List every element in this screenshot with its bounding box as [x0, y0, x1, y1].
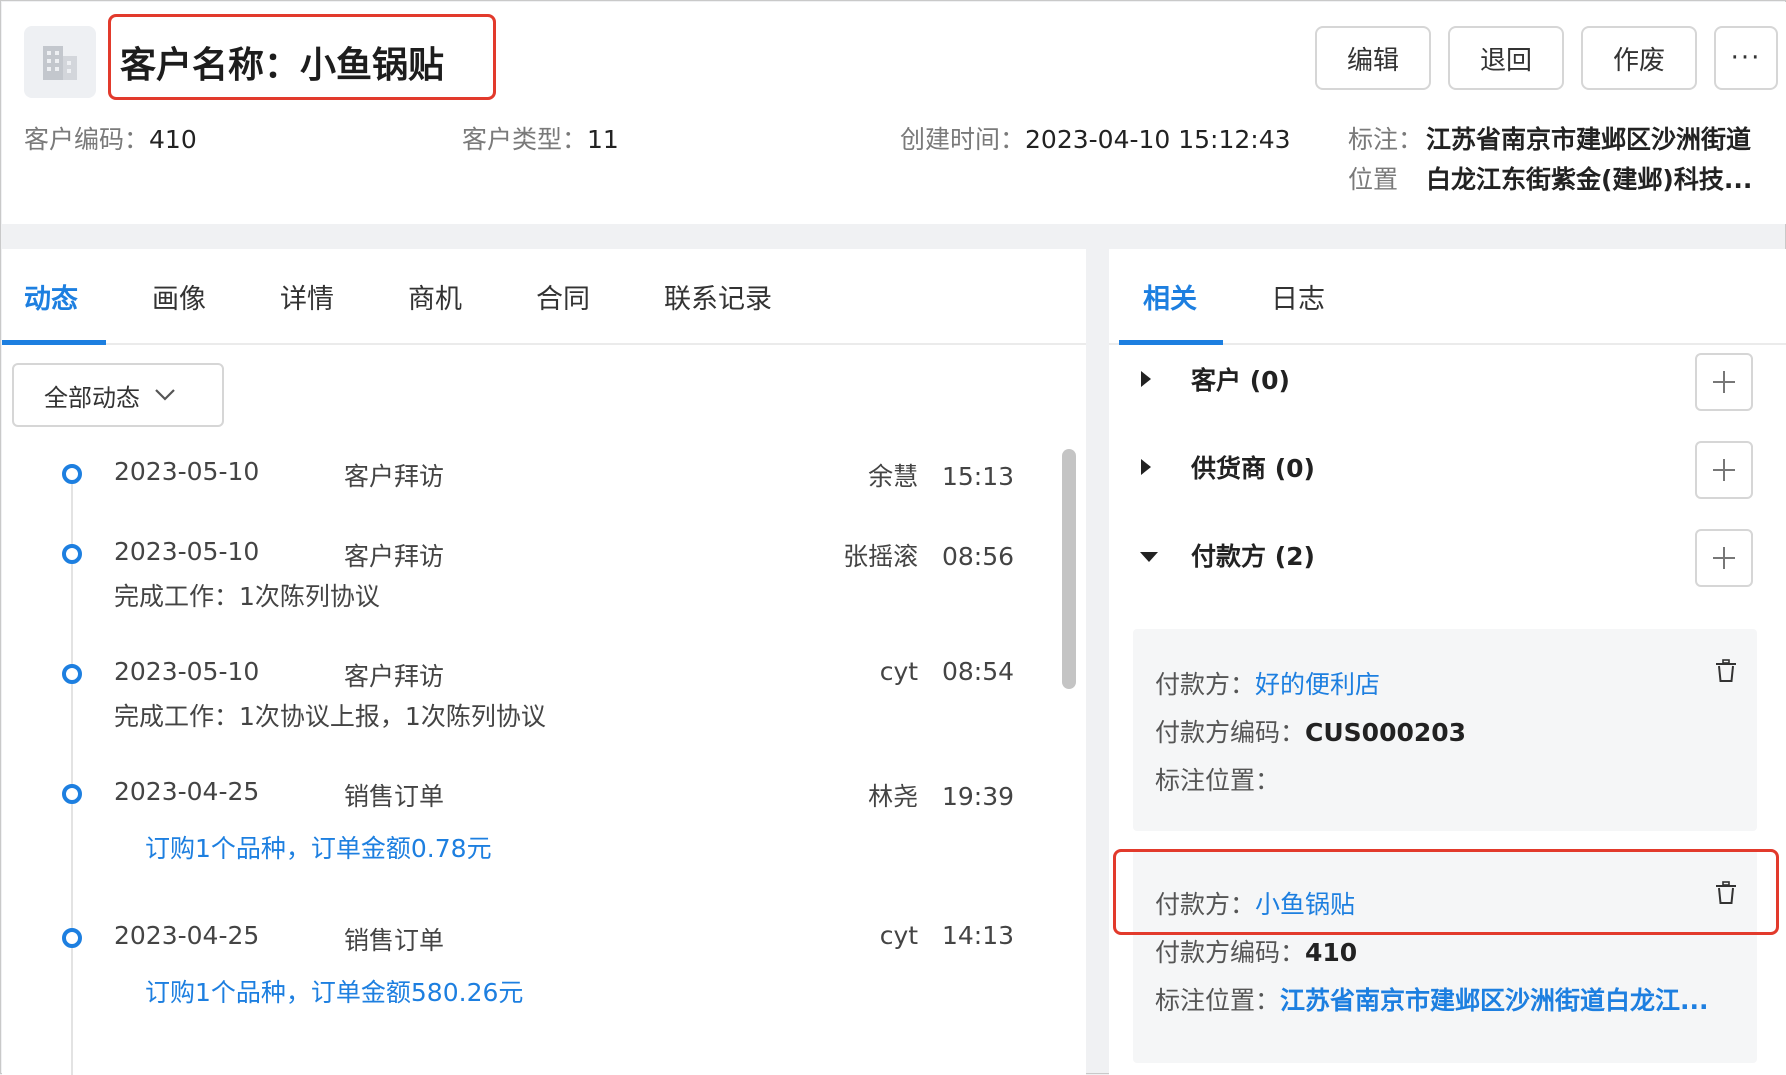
order-summary-link[interactable]: 订购1个品种，订单金额0.78元 [145, 829, 492, 865]
tab-contact-records[interactable]: 联系记录 [664, 277, 772, 316]
more-button[interactable]: ··· [1714, 26, 1778, 90]
timeline-dot [62, 664, 82, 684]
tab-portrait[interactable]: 画像 [152, 277, 206, 316]
timeline-dot [62, 928, 82, 948]
payer-location-row: 标注位置： [1155, 766, 1281, 795]
tab-related[interactable]: 相关 [1143, 277, 1197, 316]
edit-button[interactable]: 编辑 [1315, 26, 1431, 90]
timeline-dot [62, 784, 82, 804]
location-value-line1: 江苏省南京市建邺区沙洲街道 [1426, 125, 1752, 154]
timeline-type: 销售订单 [344, 926, 445, 955]
void-button[interactable]: 作废 [1581, 26, 1697, 90]
location-value-line2: 白龙江东街紫金(建邺)科技... [1426, 165, 1753, 194]
page-title: 客户名称：小鱼锅贴 [120, 45, 445, 86]
order-summary-link[interactable]: 订购1个品种，订单金额580.26元 [145, 973, 523, 1009]
tab-log[interactable]: 日志 [1271, 277, 1325, 316]
tab-details[interactable]: 详情 [280, 277, 334, 316]
add-supplier-button[interactable] [1695, 441, 1753, 499]
plus-icon [1713, 459, 1735, 481]
payer-name-link[interactable]: 好的便利店 [1255, 670, 1380, 699]
timeline-scrollbar[interactable] [1062, 449, 1076, 689]
tab-activity[interactable]: 动态 [24, 277, 78, 316]
timeline-dot [62, 464, 82, 484]
payer-highlight-box [1113, 849, 1779, 935]
caret-right-icon [1139, 365, 1167, 394]
timeline-date: 2023-05-10 [114, 657, 260, 686]
plus-icon [1713, 547, 1735, 569]
timeline-date: 2023-04-25 [114, 777, 260, 806]
section-customers[interactable]: 客户 (0) [1139, 361, 1290, 397]
timeline-user-time: cyt 14:13 [879, 921, 1014, 950]
timeline-date: 2023-05-10 [114, 537, 260, 566]
payer-card: 付款方：好的便利店 付款方编码：CUS000203 标注位置： [1133, 629, 1757, 831]
plus-icon [1713, 371, 1735, 393]
timeline-user-time: 张摇滚 08:56 [843, 542, 1014, 571]
section-suppliers[interactable]: 供货商 (0) [1139, 449, 1315, 485]
add-payer-button[interactable] [1695, 529, 1753, 587]
created-time: 创建时间：2023-04-10 15:12:43 [900, 125, 1291, 154]
customer-type: 客户类型：11 [462, 125, 619, 154]
timeline-user-time: 林尧 19:39 [868, 782, 1014, 811]
timeline-type: 客户拜访 [344, 462, 445, 491]
caret-right-icon [1139, 453, 1167, 482]
customer-code: 客户编码：410 [24, 125, 197, 154]
timeline-description: 完成工作：1次陈列协议 [114, 582, 380, 611]
timeline-type: 客户拜访 [344, 662, 445, 691]
location-label-2: 位置 [1348, 165, 1399, 194]
right-tab-bar: 相关 日志 [1109, 249, 1786, 345]
activity-filter-dropdown[interactable]: 全部动态 [12, 363, 224, 427]
active-tab-underline [1119, 340, 1223, 345]
payer-name-row: 付款方：好的便利店 [1155, 670, 1381, 699]
activity-panel: 动态 画像 详情 商机 合同 联系记录 全部动态 2023-05-10 客户拜访… [2, 249, 1086, 1075]
timeline-description: 完成工作：1次协议上报，1次陈列协议 [114, 702, 546, 731]
timeline-user-time: cyt 08:54 [879, 657, 1014, 686]
related-panel: 相关 日志 客户 (0) 供货商 (0) 付款方 (2) 付款方：好的便利店 付… [1109, 249, 1786, 1075]
add-customer-button[interactable] [1695, 353, 1753, 411]
left-tab-bar: 动态 画像 详情 商机 合同 联系记录 [2, 249, 1086, 345]
location-label: 标注： [1348, 125, 1424, 154]
timeline-type: 销售订单 [344, 782, 445, 811]
payer-code-row: 付款方编码：CUS000203 [1155, 718, 1467, 747]
tab-contracts[interactable]: 合同 [536, 277, 590, 316]
chevron-down-icon [155, 389, 175, 401]
timeline-dot [62, 544, 82, 564]
timeline-type: 客户拜访 [344, 542, 445, 571]
filter-label: 全部动态 [44, 383, 140, 412]
customer-header: 客户名称：小鱼锅贴 编辑 退回 作废 ··· 客户编码：410 客户类型：11 … [2, 2, 1786, 224]
return-button[interactable]: 退回 [1448, 26, 1564, 90]
timeline-date: 2023-04-25 [114, 921, 260, 950]
payer-code-row: 付款方编码：410 [1155, 938, 1358, 967]
app-frame: 客户名称：小鱼锅贴 编辑 退回 作废 ··· 客户编码：410 客户类型：11 … [0, 0, 1786, 1075]
section-payers[interactable]: 付款方 (2) [1139, 537, 1315, 573]
payer-location-row: 标注位置：江苏省南京市建邺区沙洲街道白龙江... [1155, 986, 1709, 1015]
delete-icon[interactable] [1715, 659, 1737, 687]
timeline-user-time: 余慧 15:13 [868, 462, 1014, 491]
timeline-date: 2023-05-10 [114, 457, 260, 486]
caret-down-icon [1139, 541, 1167, 570]
active-tab-underline [2, 340, 106, 345]
tab-opportunities[interactable]: 商机 [408, 277, 462, 316]
building-icon [24, 26, 96, 98]
